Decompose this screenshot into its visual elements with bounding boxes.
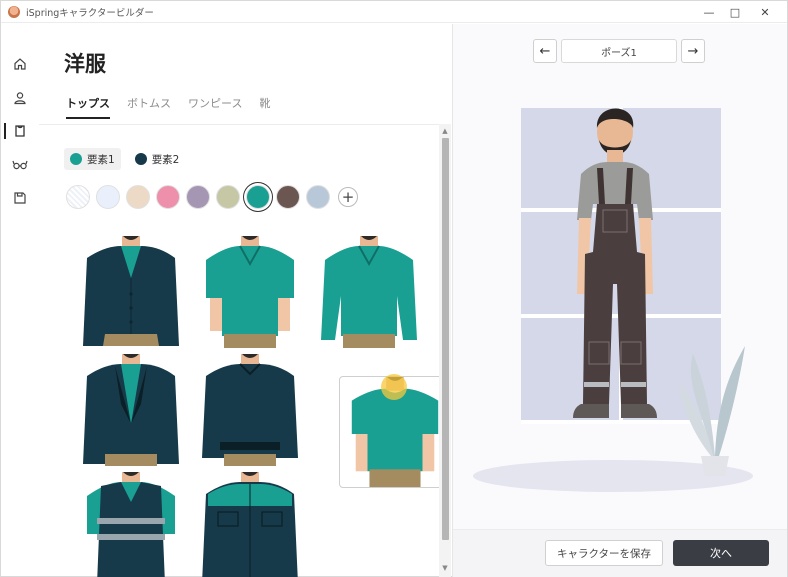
category-tabs: トップス ボトムス ワンピース 靴 xyxy=(66,95,287,119)
close-icon[interactable]: ✕ xyxy=(757,4,773,20)
swatch-teal[interactable] xyxy=(246,185,270,209)
save-icon xyxy=(14,192,26,204)
clothing-grid xyxy=(75,236,451,577)
nav-save[interactable] xyxy=(10,188,30,208)
panel-scrollbar[interactable]: ▲ ▼ xyxy=(439,124,451,577)
cardigan-image xyxy=(83,236,179,346)
clothing-item-sweater[interactable] xyxy=(194,354,306,466)
glasses-icon xyxy=(12,160,28,170)
pose-selector: ← ポーズ1 → xyxy=(533,39,705,63)
clothing-item-polo-long-sleeve[interactable] xyxy=(313,236,425,348)
scroll-thumb[interactable] xyxy=(442,138,449,540)
window-title: iSpringキャラクタービルダー xyxy=(26,7,154,19)
clothing-item-cardigan[interactable] xyxy=(75,236,187,348)
clothing-item-polo-shirt[interactable] xyxy=(194,236,306,348)
element-1-label: 要素1 xyxy=(87,153,115,166)
swatch-gray-blue[interactable] xyxy=(306,185,330,209)
nav-home[interactable] xyxy=(10,54,30,74)
mouse-cursor-highlight xyxy=(381,374,407,400)
clothing-panel: 洋服 トップス ボトムス ワンピース 靴 要素1 要素2 + ▲ ▼ xyxy=(39,24,451,577)
nav-accessories[interactable] xyxy=(10,155,30,175)
swatch-lavender[interactable] xyxy=(186,185,210,209)
polo-long-sleeve-image xyxy=(321,236,417,348)
arrow-right-icon: → xyxy=(687,43,699,59)
element-selector: 要素1 要素2 xyxy=(64,148,185,170)
maximize-icon[interactable]: □ xyxy=(727,4,743,20)
element-2-chip[interactable]: 要素2 xyxy=(129,148,186,170)
safety-vest-image xyxy=(87,472,175,577)
left-nav xyxy=(1,24,39,577)
prev-pose-button[interactable]: ← xyxy=(533,39,557,63)
clothing-item-safety-vest[interactable] xyxy=(75,472,187,577)
element-1-chip[interactable]: 要素1 xyxy=(64,148,121,170)
next-pose-button[interactable]: → xyxy=(681,39,705,63)
home-icon xyxy=(14,58,26,70)
clothing-item-work-jacket[interactable] xyxy=(194,472,306,577)
nav-person[interactable] xyxy=(10,88,30,108)
swatch-olive[interactable] xyxy=(216,185,240,209)
tab-tops[interactable]: トップス xyxy=(66,95,110,119)
action-footer: キャラクターを保存 次へ xyxy=(453,529,787,577)
blazer-image xyxy=(83,354,179,466)
add-color-button[interactable]: + xyxy=(338,187,358,207)
tab-one-piece[interactable]: ワンピース xyxy=(188,95,242,117)
nav-clothing[interactable] xyxy=(4,121,30,141)
element-2-label: 要素2 xyxy=(151,153,180,166)
save-character-button[interactable]: キャラクターを保存 xyxy=(545,540,663,566)
next-button[interactable]: 次へ xyxy=(673,540,769,566)
swatch-pink[interactable] xyxy=(156,185,180,209)
tabs-divider xyxy=(39,124,439,125)
element-1-color-dot xyxy=(70,153,82,165)
page-title: 洋服 xyxy=(64,52,106,76)
scroll-down-icon[interactable]: ▼ xyxy=(441,564,449,572)
element-2-color-dot xyxy=(134,153,147,165)
tab-bottoms[interactable]: ボトムス xyxy=(127,95,171,117)
polo-shirt-image xyxy=(206,236,294,348)
arrow-left-icon: ← xyxy=(539,43,551,59)
sweater-image xyxy=(202,354,298,466)
swatch-white[interactable] xyxy=(66,185,90,209)
shirt-icon xyxy=(15,125,25,137)
app-window: iSpringキャラクタービルダー — □ ✕ 洋服 トップス ボトムス ワンピ… xyxy=(0,0,788,577)
app-logo-icon xyxy=(8,5,20,18)
swatch-light-blue[interactable] xyxy=(96,185,120,209)
person-icon xyxy=(14,92,26,105)
scroll-up-icon[interactable]: ▲ xyxy=(441,127,449,135)
character-preview-image xyxy=(473,108,753,492)
character-stage xyxy=(453,84,787,504)
minimize-icon[interactable]: — xyxy=(701,4,717,20)
clothing-item-blazer[interactable] xyxy=(75,354,187,466)
title-bar: iSpringキャラクタービルダー — □ ✕ xyxy=(1,1,787,23)
color-swatches: + xyxy=(66,185,358,209)
swatch-beige[interactable] xyxy=(126,185,150,209)
swatch-brown[interactable] xyxy=(276,185,300,209)
tab-shoes[interactable]: 靴 xyxy=(259,95,270,117)
work-jacket-image xyxy=(202,472,298,577)
pose-name: ポーズ1 xyxy=(561,39,677,63)
preview-panel: ← ポーズ1 → キャラクターを保存 次へ xyxy=(453,24,787,577)
